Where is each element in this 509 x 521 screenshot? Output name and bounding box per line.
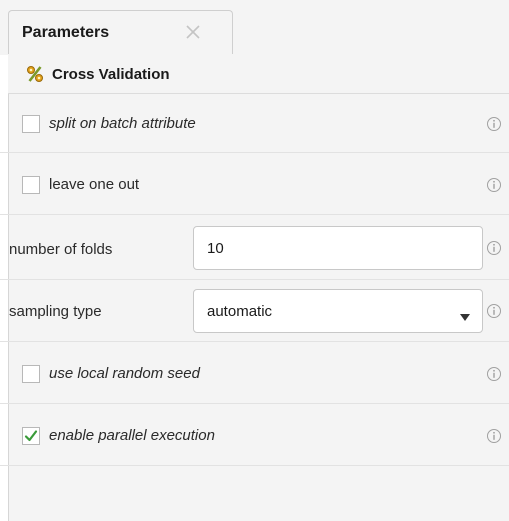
use-local-random-seed-checkbox[interactable] [22, 365, 40, 383]
leave-one-out-checkbox[interactable] [22, 176, 40, 194]
enable-parallel-execution-label: enable parallel execution [49, 427, 215, 444]
info-icon[interactable] [486, 366, 502, 382]
checkmark-icon [24, 430, 38, 442]
chevron-down-icon [460, 309, 470, 321]
use-local-random-seed-label: use local random seed [49, 365, 200, 382]
sampling-type-label: sampling type [9, 303, 102, 320]
split-on-batch-label: split on batch attribute [49, 115, 196, 132]
split-on-batch-checkbox[interactable] [22, 115, 40, 133]
operator-title: Cross Validation [52, 66, 170, 83]
cross-validation-icon [26, 65, 44, 83]
param-row-leave-one-out: leave one out [0, 153, 509, 215]
param-row-number-of-folds: number of folds [0, 215, 509, 280]
info-icon[interactable] [486, 240, 502, 256]
tab-parameters[interactable]: Parameters [8, 10, 233, 55]
operator-header: Cross Validation [8, 54, 509, 94]
tab-label: Parameters [22, 24, 110, 41]
sampling-type-value: automatic [207, 303, 273, 320]
close-icon[interactable] [184, 23, 202, 41]
param-row-sampling-type: sampling type automatic [0, 280, 509, 342]
number-of-folds-label: number of folds [9, 241, 113, 258]
number-of-folds-input[interactable] [193, 226, 483, 270]
enable-parallel-execution-checkbox[interactable] [22, 427, 40, 445]
info-icon[interactable] [486, 428, 502, 444]
info-icon[interactable] [486, 177, 502, 193]
info-icon[interactable] [486, 303, 502, 319]
param-row-enable-parallel-execution: enable parallel execution [0, 404, 509, 466]
param-row-split-on-batch: split on batch attribute [0, 95, 509, 153]
param-row-use-local-random-seed: use local random seed [0, 342, 509, 404]
sampling-type-select[interactable]: automatic [193, 289, 483, 333]
info-icon[interactable] [486, 116, 502, 132]
leave-one-out-label: leave one out [49, 176, 140, 193]
